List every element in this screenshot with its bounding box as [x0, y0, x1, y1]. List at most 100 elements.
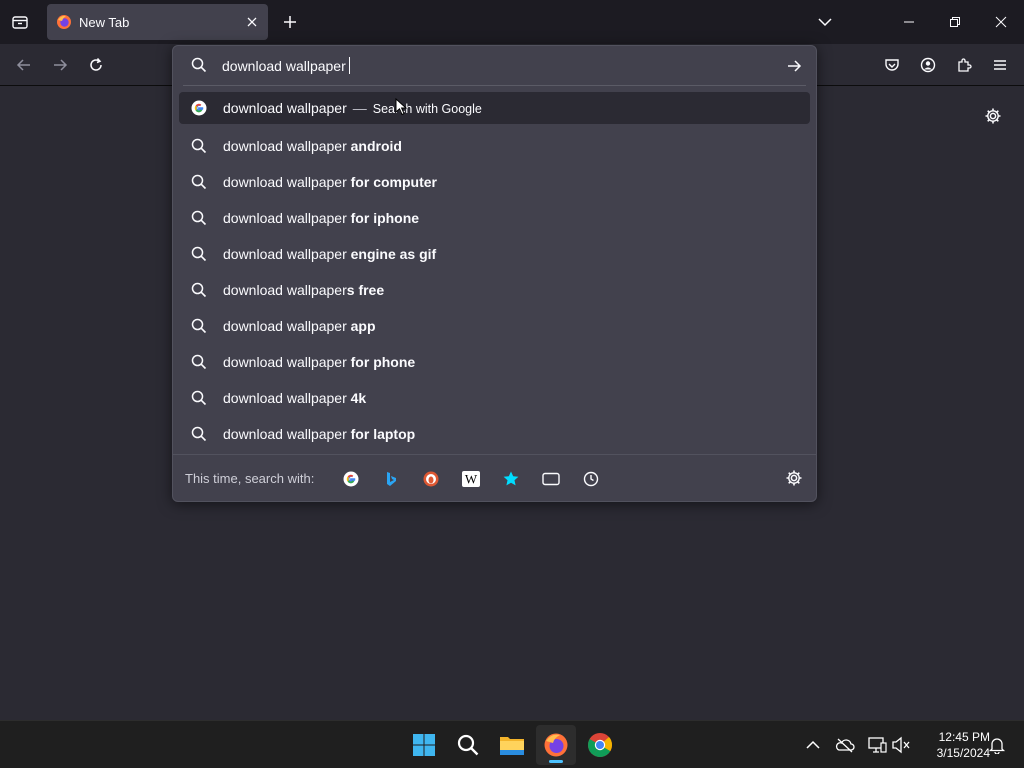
onedrive-icon [835, 738, 855, 753]
result-suffix: s free [346, 282, 385, 298]
gear-icon [985, 108, 1001, 124]
history-clock-icon [583, 471, 599, 487]
result-prefix: download wallpaper [223, 246, 351, 262]
extensions-icon [958, 58, 972, 72]
page-settings-button[interactable] [981, 104, 1005, 128]
engine-google-button[interactable] [339, 467, 363, 491]
result-text: download wallpaper 4k [223, 390, 366, 406]
search-bookmarks-button[interactable] [499, 467, 523, 491]
search-icon [191, 57, 207, 73]
onedrive-tray-button[interactable] [833, 733, 857, 757]
active-app-indicator [549, 760, 563, 763]
notifications-button[interactable] [985, 733, 1009, 757]
taskbar-search-button[interactable] [448, 725, 488, 765]
wikipedia-icon: W [462, 471, 480, 487]
pocket-button[interactable] [878, 51, 906, 79]
result-suffix: android [350, 138, 402, 154]
chrome-icon [588, 733, 613, 758]
result-prefix: download wallpaper [223, 354, 351, 370]
show-hidden-icons-button[interactable] [801, 733, 825, 757]
google-icon [343, 471, 359, 487]
tab-strip: New Tab [0, 0, 1024, 44]
result-row[interactable]: download wallpaper app [179, 308, 810, 344]
result-row[interactable]: download wallpaper for phone [179, 344, 810, 380]
gear-icon [786, 470, 802, 486]
network-tray-button[interactable] [865, 733, 889, 757]
result-row[interactable]: download wallpaper engine as gif [179, 236, 810, 272]
result-text: download wallpaper for phone [223, 354, 415, 370]
search-tabs-button[interactable] [539, 467, 563, 491]
system-clock[interactable]: 12:45 PM 3/15/2024 [916, 729, 990, 761]
search-icon [191, 426, 207, 442]
clock-time: 12:45 PM [938, 730, 990, 744]
one-off-label: This time, search with: [185, 471, 315, 486]
bell-icon [988, 738, 1006, 754]
search-icon [191, 246, 207, 262]
forward-button[interactable] [46, 51, 74, 79]
urlbar-separator [183, 85, 806, 86]
result-row[interactable]: download wallpaper for computer [179, 164, 810, 200]
urlbar-input-row[interactable]: download wallpaper [173, 46, 816, 85]
firefox-taskbar-button[interactable] [536, 725, 576, 765]
result-suffix: engine as gif [350, 246, 437, 262]
chevron-up-icon [806, 740, 820, 749]
result-row[interactable]: download wallpaper android [179, 128, 810, 164]
firefox-logo-icon [57, 15, 71, 29]
result-separator: — [352, 100, 367, 116]
result-prefix: download wallpaper [223, 174, 351, 190]
tabs-icon [542, 472, 560, 486]
result-row[interactable]: download wallpaper 4k [179, 380, 810, 416]
minimize-icon [904, 21, 914, 23]
restore-icon [950, 17, 960, 27]
volume-tray-button[interactable] [889, 733, 913, 757]
search-icon [191, 174, 207, 190]
engine-wikipedia-button[interactable]: W [459, 467, 483, 491]
bing-icon [387, 472, 396, 486]
list-all-tabs-button[interactable] [812, 9, 838, 35]
pocket-icon [885, 59, 899, 71]
back-button[interactable] [10, 51, 38, 79]
chrome-taskbar-button[interactable] [580, 725, 620, 765]
start-button[interactable] [404, 725, 444, 765]
result-suffix: 4k [350, 390, 367, 406]
urlbar-input[interactable]: download wallpaper [222, 57, 350, 74]
account-icon [920, 57, 936, 73]
search-icon [191, 210, 207, 226]
search-icon [191, 354, 207, 370]
close-window-button[interactable] [978, 0, 1024, 44]
new-tab-button[interactable] [277, 9, 303, 35]
result-suffix: for computer [350, 174, 437, 190]
restore-button[interactable] [932, 0, 978, 44]
bookmarks-star-icon [503, 471, 519, 486]
result-row[interactable]: download wallpaper for laptop [179, 416, 810, 452]
search-settings-button[interactable] [782, 466, 806, 490]
account-button[interactable] [914, 51, 942, 79]
tab-new-tab[interactable]: New Tab [47, 4, 268, 40]
extensions-button[interactable] [950, 51, 978, 79]
reload-button[interactable] [82, 51, 110, 79]
result-text: download wallpaper engine as gif [223, 246, 436, 262]
tab-close-button[interactable] [240, 10, 264, 34]
minimize-button[interactable] [886, 0, 932, 44]
plus-icon [284, 16, 296, 28]
engine-duckduckgo-button[interactable] [419, 467, 443, 491]
tab-manager-button[interactable] [6, 8, 34, 36]
text-caret [348, 57, 350, 74]
go-button[interactable] [782, 54, 806, 78]
result-prefix: download wallpaper [223, 390, 351, 406]
network-icon [868, 737, 887, 753]
result-row-search-with-google[interactable]: download wallpaper — Search with Google [179, 92, 810, 124]
result-prefix: download wallpaper [223, 138, 351, 154]
search-history-button[interactable] [579, 467, 603, 491]
result-row[interactable]: download wallpapers free [179, 272, 810, 308]
duckduckgo-icon [423, 471, 439, 487]
file-explorer-button[interactable] [492, 725, 532, 765]
result-row[interactable]: download wallpaper for iphone [179, 200, 810, 236]
app-menu-button[interactable] [986, 51, 1014, 79]
google-icon [190, 99, 208, 117]
result-text: download wallpaper android [223, 138, 402, 154]
search-icon [191, 138, 207, 154]
firefox-icon [544, 733, 568, 757]
arrow-right-icon [788, 60, 802, 72]
engine-bing-button[interactable] [379, 467, 403, 491]
